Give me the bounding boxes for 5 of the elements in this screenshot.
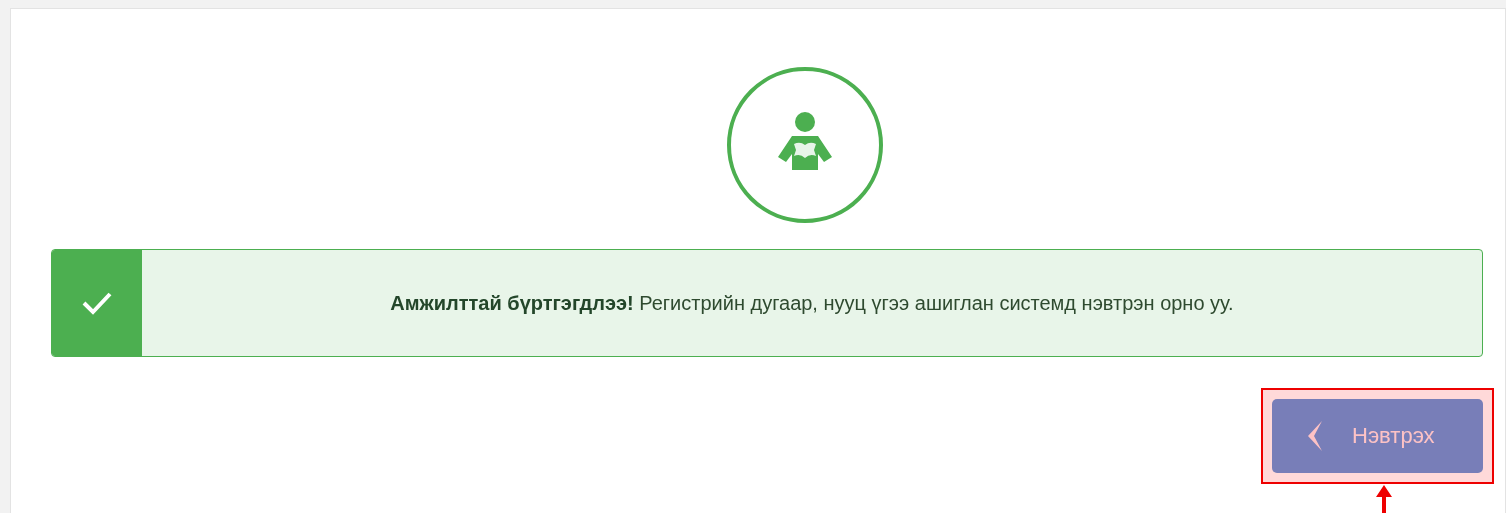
chevron-left-icon (1306, 421, 1324, 451)
success-message: Амжилттай бүртгэгдлээ! Регистрийн дугаар, нууц үгээ ашиглан системд нэвтрэн орно уу. (390, 291, 1234, 315)
pointer-arrow (1375, 485, 1393, 513)
check-icon (81, 290, 113, 316)
login-button[interactable]: Нэвтрэх (1272, 399, 1483, 473)
